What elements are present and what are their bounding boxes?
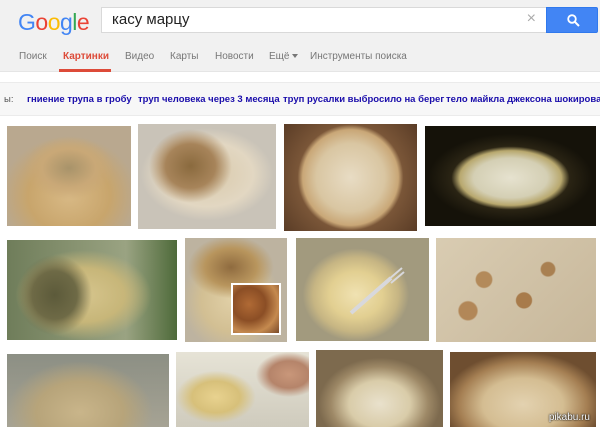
related-searches: ы: гниение трупа в гробу труп человека ч…	[0, 82, 600, 116]
search-tabs: Поиск Картинки Видео Карты Новости Ещё И…	[0, 42, 600, 72]
tab-tools[interactable]: Инструменты поиска	[310, 51, 407, 62]
image-result[interactable]	[284, 124, 417, 231]
google-logo[interactable]: Google	[18, 9, 90, 36]
search-icon	[567, 14, 580, 27]
logo-letter: G	[18, 9, 36, 35]
image-result[interactable]	[7, 354, 169, 427]
image-result[interactable]	[296, 238, 429, 341]
related-chip[interactable]: тело майкла джексона шокирова	[446, 94, 600, 105]
top-bar: Google касу марцу ×	[0, 0, 600, 42]
image-result[interactable]	[436, 238, 596, 342]
logo-letter: o	[35, 9, 48, 35]
image-result[interactable]	[138, 124, 276, 229]
active-tab-indicator	[59, 69, 111, 72]
image-result[interactable]	[425, 126, 596, 226]
image-result[interactable]	[7, 240, 177, 340]
tab-news[interactable]: Новости	[215, 51, 254, 62]
chevron-down-icon	[292, 54, 299, 59]
fork-icon	[349, 267, 405, 315]
logo-letter: g	[59, 9, 73, 35]
logo-letter: o	[47, 9, 61, 35]
related-chip[interactable]: гниение трупа в гробу	[27, 94, 132, 105]
related-chip[interactable]: труп русалки выбросило на берег	[283, 94, 444, 105]
image-result[interactable]	[176, 352, 309, 427]
logo-letter: e	[76, 9, 90, 35]
tab-video[interactable]: Видео	[125, 51, 154, 62]
tab-more-label: Ещё	[269, 51, 290, 62]
image-result[interactable]	[7, 126, 131, 226]
image-result[interactable]	[316, 350, 443, 427]
clear-icon[interactable]: ×	[527, 10, 536, 28]
tab-images[interactable]: Картинки	[63, 51, 109, 62]
watermark-text: pikabu.ru	[548, 412, 590, 423]
image-result[interactable]: pikabu.ru	[450, 352, 596, 427]
search-query-text: касу марцу	[112, 11, 190, 28]
image-result[interactable]	[185, 238, 287, 342]
tab-search[interactable]: Поиск	[19, 51, 47, 62]
tab-maps[interactable]: Карты	[170, 51, 199, 62]
tab-more[interactable]: Ещё	[269, 51, 299, 62]
search-button[interactable]	[546, 7, 598, 33]
related-cut-text: ы:	[4, 94, 14, 105]
search-input[interactable]: касу марцу ×	[101, 7, 546, 33]
image-inset	[231, 283, 281, 335]
related-chip[interactable]: труп человека через 3 месяца	[138, 94, 280, 105]
